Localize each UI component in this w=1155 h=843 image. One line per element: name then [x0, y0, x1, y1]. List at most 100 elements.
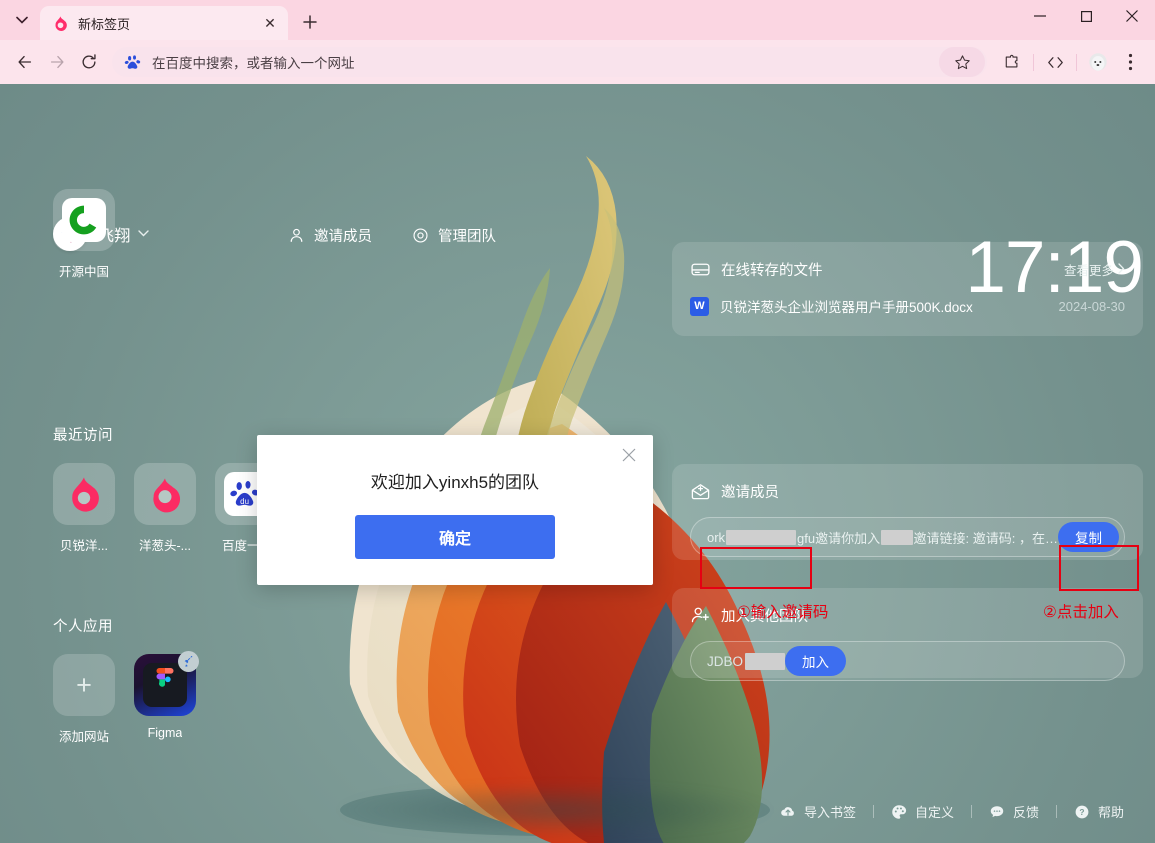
annotation-label-1: ①输入邀请码	[737, 600, 828, 622]
recent-tile-box	[134, 463, 196, 525]
annotation-label-2: ②点击加入	[1043, 600, 1119, 622]
feedback-button[interactable]: 反馈	[972, 802, 1056, 821]
view-more-label: 查看更多	[1064, 260, 1114, 279]
invite-code-field-wrap[interactable]: JDBO 加入	[690, 641, 1125, 681]
online-files-title: 在线转存的文件	[721, 259, 823, 280]
recent-tile-label: 洋葱头-...	[139, 535, 191, 554]
add-site-label: 添加网站	[59, 726, 109, 745]
recent-tile[interactable]: 洋葱头-...	[134, 463, 196, 554]
onion-icon	[145, 474, 185, 514]
window-maximize-button[interactable]	[1063, 0, 1109, 32]
team-apps-row: 开源中国	[53, 189, 115, 280]
view-more-link[interactable]: 查看更多	[1064, 260, 1125, 279]
app-tile-oschina[interactable]: 开源中国	[53, 189, 115, 280]
invite-link-field[interactable]: orkgfu邀请你加入邀请链接: 邀请码: ，在… 复制	[690, 517, 1125, 557]
figma-tile[interactable]: Figma	[134, 654, 196, 745]
help-button[interactable]: ? 帮助	[1057, 802, 1141, 821]
tab-new-tab-page[interactable]: 新标签页 ✕	[40, 6, 288, 40]
tab-title: 新标签页	[78, 14, 251, 33]
customize-label: 自定义	[915, 802, 954, 821]
app-tile-label: 开源中国	[59, 261, 109, 280]
svg-text:du: du	[240, 497, 249, 506]
file-date: 2024-08-30	[1059, 299, 1126, 314]
manage-team-header-action[interactable]: 管理团队	[412, 225, 496, 246]
file-row[interactable]: W 贝锐洋葱头企业浏览器用户手册500K.docx 2024-08-30	[690, 296, 1125, 316]
figma-tile-box	[134, 654, 196, 716]
palette-icon	[891, 804, 907, 820]
tab-strip: 新标签页 ✕	[0, 0, 1155, 40]
import-bookmarks-button[interactable]: 导入书签	[763, 802, 873, 821]
invite-link-text: orkgfu邀请你加入邀请链接: 邀请码: ，在…	[707, 528, 1058, 547]
confirm-button[interactable]: 确定	[355, 515, 555, 559]
cloud-drive-icon	[690, 259, 711, 280]
feedback-label: 反馈	[1013, 802, 1039, 821]
window-minimize-button[interactable]	[1017, 0, 1063, 32]
question-circle-icon: ?	[1074, 804, 1090, 820]
recent-tile[interactable]: 贝锐洋...	[53, 463, 115, 554]
add-site-tile-box: +	[53, 654, 115, 716]
star-icon[interactable]	[939, 47, 985, 77]
add-site-tile[interactable]: + 添加网站	[53, 654, 115, 745]
cloud-upload-icon	[780, 804, 796, 820]
window-controls	[1017, 0, 1155, 40]
back-icon[interactable]	[10, 47, 40, 77]
close-icon[interactable]	[618, 444, 640, 466]
rocket-icon	[178, 651, 199, 672]
invite-members-header: 邀请成员	[690, 481, 1125, 502]
oschina-icon	[62, 198, 106, 242]
personal-tiles-row: + 添加网站	[53, 654, 196, 745]
online-files-panel: 在线转存的文件 查看更多 W 贝锐洋葱头企业浏览器用户手册500K.docx 2…	[672, 242, 1143, 336]
recent-tile-label: 贝锐洋...	[60, 535, 108, 554]
manage-team-header-label: 管理团队	[438, 225, 496, 246]
invite-members-panel: 邀请成员 orkgfu邀请你加入邀请链接: 邀请码: ，在… 复制	[672, 464, 1143, 560]
address-bar[interactable]: 在百度中搜索，或者输入一个网址	[112, 47, 987, 77]
invite-envelope-icon	[690, 481, 711, 502]
new-tab-page: 飞翔 邀请成员 管理团队 17:19	[0, 84, 1155, 843]
address-bar-text: 在百度中搜索，或者输入一个网址	[152, 52, 929, 72]
invite-link-mid: gfu邀请你加入	[797, 528, 880, 547]
new-tab-button[interactable]	[295, 7, 325, 37]
help-label: 帮助	[1098, 802, 1124, 821]
chevron-down-icon[interactable]	[138, 229, 149, 240]
puzzle-icon[interactable]	[997, 47, 1027, 77]
tab-close-icon[interactable]: ✕	[260, 13, 280, 33]
forward-icon[interactable]	[42, 47, 72, 77]
browser-toolbar: 在百度中搜索，或者输入一个网址	[0, 40, 1155, 84]
invite-link-suffix: 邀请链接: 邀请码: ，在…	[914, 528, 1058, 547]
tab-search-icon[interactable]	[4, 2, 40, 38]
file-name: 贝锐洋葱头企业浏览器用户手册500K.docx	[720, 296, 973, 316]
recent-section-title: 最近访问	[53, 424, 113, 445]
avatar-icon[interactable]	[1083, 47, 1113, 77]
target-icon	[412, 227, 429, 244]
invite-code-value: JDBO	[707, 654, 743, 669]
plus-icon: +	[76, 672, 92, 699]
baidu-paw-icon	[124, 53, 142, 71]
invite-member-header-label: 邀请成员	[314, 225, 372, 246]
customize-button[interactable]: 自定义	[874, 802, 971, 821]
figma-label: Figma	[148, 726, 183, 740]
recent-tiles-row: 贝锐洋... 洋葱头-...	[53, 463, 277, 554]
import-bookmarks-label: 导入书签	[804, 802, 856, 821]
three-dots-icon[interactable]	[1115, 47, 1145, 77]
welcome-modal: 欢迎加入yinxh5的团队 确定	[257, 435, 653, 585]
reload-icon[interactable]	[74, 47, 104, 77]
user-icon	[288, 227, 305, 244]
code-brackets-icon[interactable]	[1040, 47, 1070, 77]
bottom-toolbar: 导入书签 自定义 反馈 ? 帮助	[763, 802, 1141, 821]
join-button[interactable]: 加入	[785, 646, 846, 676]
copy-button[interactable]: 复制	[1058, 522, 1119, 552]
personal-section-title: 个人应用	[53, 615, 113, 636]
redacted-block	[745, 653, 785, 670]
word-doc-icon: W	[690, 297, 709, 316]
user-plus-icon	[690, 605, 711, 626]
redacted-block	[881, 530, 912, 545]
recent-tile-box	[53, 463, 115, 525]
invite-member-header-action[interactable]: 邀请成员	[288, 225, 372, 246]
svg-text:?: ?	[1079, 807, 1084, 817]
figma-icon	[143, 663, 187, 707]
toolbar-divider	[1076, 54, 1077, 71]
toolbar-divider	[1033, 54, 1034, 71]
app-tile-box	[53, 189, 115, 251]
invite-code-input[interactable]: JDBO	[707, 653, 785, 670]
window-close-button[interactable]	[1109, 0, 1155, 32]
